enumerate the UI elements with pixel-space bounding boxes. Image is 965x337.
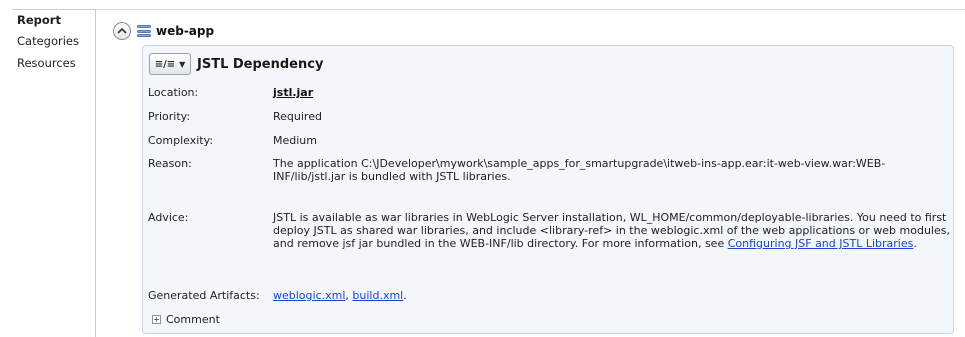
chevron-down-icon: ▼ — [179, 59, 186, 69]
priority-value: Required — [273, 110, 322, 123]
issue-panel: ≡/≡ ▼ JSTL Dependency Location: jstl.jar… — [142, 45, 954, 334]
app-header: web-app — [113, 20, 214, 42]
comment-label: Comment — [166, 313, 220, 326]
location-row: Location: jstl.jar — [148, 86, 951, 99]
complexity-value: Medium — [273, 134, 317, 147]
artifacts-label: Generated Artifacts: — [148, 289, 260, 302]
expand-plus-icon[interactable]: + — [152, 315, 161, 324]
build-xml-link[interactable]: build.xml — [352, 289, 403, 302]
issue-title: JSTL Dependency — [197, 56, 324, 72]
advice-value: JSTL is available as war libraries in We… — [273, 211, 951, 250]
issue-header: ≡/≡ ▼ JSTL Dependency — [149, 53, 323, 75]
tab-report[interactable]: Report — [12, 9, 95, 31]
location-label: Location: — [148, 86, 199, 99]
advice-label: Advice: — [148, 211, 189, 224]
priority-row: Priority: Required — [148, 110, 951, 123]
comment-toggle[interactable]: + Comment — [152, 313, 220, 326]
priority-label: Priority: — [148, 110, 191, 123]
chevron-up-icon[interactable] — [113, 22, 131, 40]
reason-value: The application C:\JDeveloper\mywork\sam… — [273, 157, 886, 183]
tab-resources[interactable]: Resources — [12, 53, 95, 75]
reason-label: Reason: — [148, 157, 192, 170]
content-divider — [96, 9, 965, 10]
complexity-label: Complexity: — [148, 134, 214, 147]
complexity-row: Complexity: Medium — [148, 134, 951, 147]
advice-row: Advice: JSTL is available as war librari… — [148, 211, 951, 250]
configuring-jsf-jstl-link[interactable]: Configuring JSF and JSTL Libraries — [728, 237, 914, 250]
report-tabs: Report Categories Resources — [12, 9, 96, 337]
tab-categories[interactable]: Categories — [12, 31, 95, 53]
stack-icon — [137, 24, 151, 38]
app-name: web-app — [156, 24, 215, 38]
artifacts-row: Generated Artifacts: weblogic.xml, build… — [148, 289, 951, 302]
view-mode-dropdown[interactable]: ≡/≡ ▼ — [149, 53, 191, 75]
view-mode-dropdown-icon: ≡/≡ — [154, 58, 176, 70]
artifacts-value: weblogic.xml, build.xml. — [273, 289, 951, 302]
artifacts-end: . — [403, 289, 407, 302]
advice-end: . — [913, 237, 917, 250]
location-link[interactable]: jstl.jar — [273, 86, 313, 99]
reason-row: Reason: The application C:\JDeveloper\my… — [148, 157, 951, 183]
weblogic-xml-link[interactable]: weblogic.xml — [273, 289, 345, 302]
